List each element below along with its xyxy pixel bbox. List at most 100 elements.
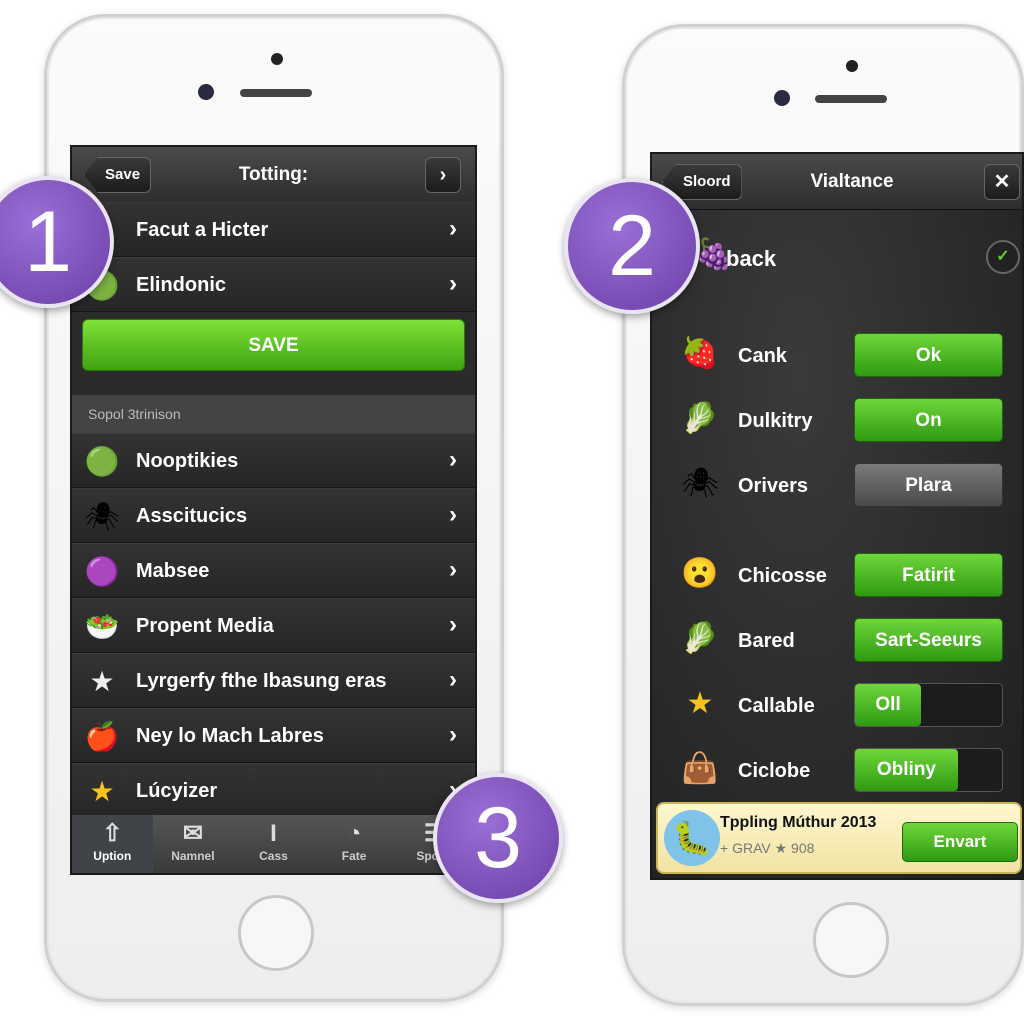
list-item[interactable]: 🍐Facut a Hicter› [72, 202, 475, 257]
page-title: Totting: [238, 164, 309, 185]
save-button[interactable]: SAVE [82, 319, 465, 371]
front-camera [271, 53, 283, 65]
list-item-label: Mabsee [136, 560, 210, 582]
silver-star-icon: ★ [89, 666, 115, 697]
setting-label: Orivers [738, 475, 809, 497]
fatirit-button[interactable]: Fatirit [854, 553, 1003, 597]
upload-icon: ⇧ [102, 820, 123, 847]
list-item-label: Lúcyizer [136, 780, 218, 802]
setting-label: Dulkitry [738, 410, 813, 432]
list-item[interactable]: ★ Lyrgerfy fthe Ibasung eras › [72, 653, 475, 708]
list-item[interactable]: 🟣 Mabsee › [72, 543, 475, 598]
chevron-right-icon: › [449, 446, 457, 473]
setting-label: Callable [738, 695, 815, 717]
worm-mascot-icon: 🐛 [664, 810, 720, 866]
toggle-fill: Oll [855, 684, 922, 726]
speaker [815, 95, 887, 103]
tab-label: Cass [259, 849, 288, 863]
tab-label: Fate [341, 849, 367, 863]
food-plate-icon: 🥗 [84, 611, 120, 642]
forward-button[interactable]: › [425, 157, 461, 193]
list-item-label: Elindonic [136, 274, 226, 296]
sack-icon: 👜 [681, 752, 719, 785]
list-item-label: Propent Media [136, 615, 274, 637]
setting-row: 😮 Chicosse Fatirit [652, 551, 1022, 601]
cursor-icon: I [270, 820, 277, 847]
setting-row: 👜 Ciclobe Obliny [652, 746, 1022, 796]
list-item[interactable]: 🕷 Asscitucics › [72, 488, 475, 543]
step-badge-2: 2 [564, 178, 700, 314]
home-button[interactable] [813, 902, 889, 978]
gold-star-icon: ★ [89, 776, 115, 807]
sensor [774, 90, 790, 106]
purple-bug-icon: 🕷 [680, 467, 720, 500]
setting-label: Chicosse [738, 565, 827, 587]
emoji-icon: 😮 [681, 557, 719, 590]
list-item[interactable]: 🟢 Elindonic › [72, 257, 475, 312]
list-item-label: Nooptikies [136, 450, 239, 472]
tab-label: Namnel [171, 849, 215, 863]
ad-banner[interactable]: 🐛 Tppling Múthur 2013 + GRAV ★ 908 Envar… [656, 802, 1022, 874]
section-header: Sopol 3trinison [72, 395, 475, 433]
dial-icon: ◔ [346, 820, 362, 847]
sensor [198, 84, 214, 100]
tab-namnel[interactable]: ✉ Namnel [153, 815, 234, 873]
list-item-label: Lyrgerfy fthe Ibasung eras [136, 670, 387, 692]
ciclobe-toggle[interactable]: Obliny [854, 748, 1003, 792]
tab-cass[interactable]: I Cass [233, 815, 314, 873]
list-item[interactable]: ★Lúcyizer› [72, 763, 475, 818]
screen-left: Save Totting: › 🍐Facut a Hicter› 🟢Elindo… [70, 145, 477, 875]
callable-toggle[interactable]: Oll [854, 683, 1003, 727]
purple-orb-icon: 🟣 [84, 556, 120, 587]
tab-uption[interactable]: ⇧ Uption [72, 815, 153, 873]
page-title: Vialtance [810, 171, 894, 192]
setting-row: 🍓 Cank Ok [652, 331, 1022, 381]
nav-header: Sloord Vialtance ✕ [652, 154, 1022, 210]
tab-label: Uption [93, 849, 132, 863]
back-label: back [726, 246, 777, 271]
sart-seeurs-button[interactable]: Sart-Seeurs [854, 618, 1003, 662]
purple-bug-icon: 🕷 [84, 501, 120, 532]
gold-star-icon: ★ [686, 687, 714, 720]
chevron-right-icon: › [449, 270, 457, 297]
close-button[interactable]: ✕ [984, 164, 1020, 200]
screen-right: Sloord Vialtance ✕ 🍇 back ✓ 🍓 Cank Ok 🥬 Dul… [650, 152, 1024, 880]
chevron-right-icon: › [449, 721, 457, 748]
setting-label: Cank [738, 345, 787, 367]
red-apple-icon: 🍎 [84, 721, 120, 752]
strawberry-icon: 🍓 [681, 337, 719, 370]
tab-bar: ⇧Uption ✉Namnel ICass ◔Fate ☰Spope [72, 815, 475, 873]
front-camera [846, 60, 858, 72]
mail-icon: ✉ [182, 820, 203, 847]
ok-button[interactable]: Ok [854, 333, 1003, 377]
chevron-right-icon: › [449, 215, 457, 242]
plara-button[interactable]: Plara [854, 463, 1003, 507]
close-icon: ✕ [993, 171, 1011, 193]
tab-fate[interactable]: ◔ Fate [314, 815, 395, 873]
setting-row: 🥬 Dulkitry On [652, 396, 1022, 446]
chevron-right-icon: › [449, 666, 457, 693]
setting-row: ★ Callable Oll [652, 681, 1022, 731]
leaf-icon: 🥬 [681, 622, 719, 655]
chevron-right-icon: › [449, 556, 457, 583]
check-icon[interactable]: ✓ [986, 240, 1020, 274]
nav-header: Save Totting: › [72, 147, 475, 203]
ad-subtitle: + GRAV ★ 908 [720, 840, 815, 856]
list-item[interactable]: 🍎 Ney lo Mach Labres › [72, 708, 475, 763]
list-item[interactable]: 🥗 Propent Media › [72, 598, 475, 653]
green-blob-icon: 🟢 [84, 446, 120, 477]
home-button[interactable] [238, 895, 314, 971]
chevron-right-icon: › [439, 164, 447, 186]
envart-button[interactable]: Envart [902, 822, 1018, 862]
setting-label: Ciclobe [738, 760, 811, 782]
chevron-right-icon: › [449, 611, 457, 638]
setting-row: 🕷 Orivers Plara [652, 461, 1022, 511]
list-item[interactable]: 🟢 Nooptikies › [72, 433, 475, 488]
toggle-fill: Obliny [855, 749, 958, 791]
leaf-icon: 🥬 [681, 402, 719, 435]
back-row[interactable]: 🍇 back ✓ [652, 232, 1022, 282]
list-item-label: Asscitucics [136, 505, 248, 527]
step-badge-3: 3 [433, 773, 563, 903]
list-item-label: Facut a Hicter [136, 219, 269, 241]
on-button[interactable]: On [854, 398, 1003, 442]
